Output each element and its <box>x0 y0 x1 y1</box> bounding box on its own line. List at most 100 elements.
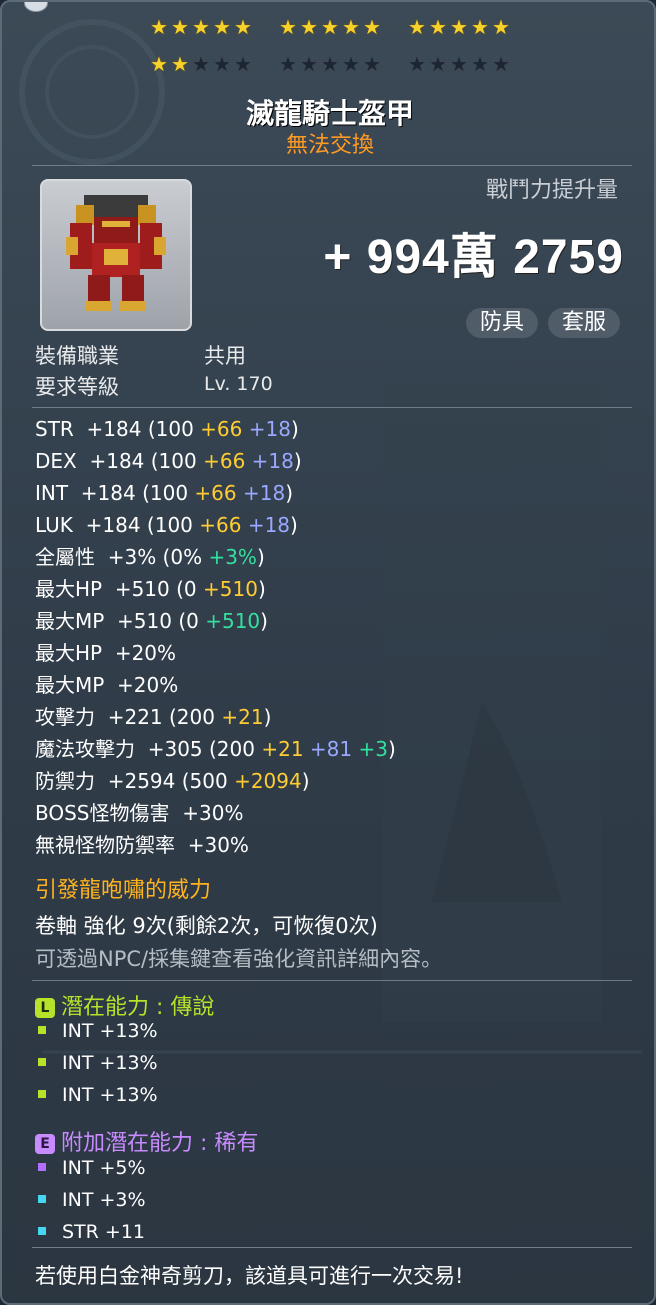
stat-value-part: +2594 (500 <box>95 769 235 793</box>
star-filled-icon: ★ <box>150 15 168 39</box>
stat-name: BOSS怪物傷害 <box>35 801 170 825</box>
bullet-icon <box>38 1195 46 1203</box>
item-tooltip: ★ ★ ★ ★ ★ ★ ★ ★ ★ ★ ★ ★ ★ ★ ★ ★ ★ ★ ★ ★ ★ ★ ★ ★ ★ ★ ★ ★ ★ ★ 滅龍騎士盔甲 無… <box>0 0 656 1305</box>
stat-line: 無視怪物防禦率 +30% <box>35 832 249 858</box>
stat-line: 攻擊力 +221 (200 +21) <box>35 704 271 730</box>
stat-value-part: ) <box>285 481 294 505</box>
combat-power-value: + 994萬 2759 <box>323 231 624 284</box>
star-filled-icon: ★ <box>471 15 489 39</box>
item-icon-frame <box>40 179 192 331</box>
star-filled-icon: ★ <box>234 15 252 39</box>
stat-name: INT <box>35 481 69 505</box>
stat-value-part: +221 (200 <box>95 705 222 729</box>
additional-potential-line-text: INT +3% <box>62 1189 146 1211</box>
additional-potential-line-text: STR +11 <box>62 1221 146 1243</box>
stat-value-part: +510 (0 <box>102 577 203 601</box>
stat-line: 防禦力 +2594 (500 +2094) <box>35 768 310 794</box>
stat-value-part: +21 <box>261 737 304 761</box>
star-filled-icon: ★ <box>363 15 381 39</box>
stat-value-part: +18 <box>248 417 291 441</box>
armor-icon <box>66 195 166 311</box>
stat-value-part: ) <box>293 449 302 473</box>
star-force-row-1: ★ ★ ★ ★ ★ ★ ★ ★ ★ ★ ★ ★ ★ ★ ★ <box>2 15 654 39</box>
stat-value-part: +184 (100 <box>68 481 195 505</box>
stat-name: 魔法攻擊力 <box>35 737 135 761</box>
stat-value-part: +66 <box>200 417 243 441</box>
additional-potential-title: 附加潛在能力 : 稀有 <box>61 1131 259 1156</box>
divider <box>32 980 632 981</box>
stat-value-part: ) <box>257 577 266 601</box>
star-filled-icon: ★ <box>321 15 339 39</box>
set-effect-text: 引發龍咆嘯的威力 <box>35 878 212 903</box>
star-group: ★ ★ ★ ★ ★ <box>407 16 512 38</box>
star-empty-icon: ★ <box>213 52 231 76</box>
stat-value-part: ) <box>256 545 265 569</box>
star-empty-icon: ★ <box>363 52 381 76</box>
level-label: 要求等級 <box>35 375 119 399</box>
stat-line: 最大HP +510 (0 +510) <box>35 576 266 602</box>
tag-armor: 防具 <box>465 308 538 338</box>
divider <box>32 1247 632 1248</box>
stat-name: 最大MP <box>35 673 105 697</box>
stat-value-part: +18 <box>247 513 291 537</box>
stat-value-part: +184 (100 <box>73 417 201 441</box>
potential-line-text: INT +13% <box>62 1020 158 1042</box>
stat-value-part: ) <box>301 769 310 793</box>
stat-line: INT +184 (100 +66 +18) <box>35 480 293 506</box>
stat-line: BOSS怪物傷害 +30% <box>35 800 243 826</box>
stat-value-part: +20% <box>104 673 179 697</box>
stat-name: 防禦力 <box>35 769 95 793</box>
stat-line: 最大MP +20% <box>35 672 178 698</box>
stat-value-part: +66 <box>199 513 242 537</box>
stat-value-part: ) <box>387 737 396 761</box>
stat-value-part: +184 (100 <box>76 449 204 473</box>
stat-value-part: +18 <box>251 449 294 473</box>
scissors-notice: 若使用白金神奇剪刀，該道具可進行一次交易! <box>35 1264 464 1288</box>
star-empty-icon: ★ <box>234 52 252 76</box>
scroll-upgrade-info: 卷軸 強化 9次(剩餘2次，可恢復0次) <box>35 914 378 938</box>
bullet-icon <box>38 1090 46 1098</box>
stat-name: 無視怪物防禦率 <box>35 833 175 857</box>
stat-name: 最大HP <box>35 641 103 665</box>
stat-value-part: ) <box>290 513 298 537</box>
stat-name: LUK <box>35 513 73 537</box>
divider <box>32 165 632 166</box>
stat-line: 最大MP +510 (0 +510) <box>35 608 268 634</box>
star-filled-icon: ★ <box>171 52 189 76</box>
stat-value-part: ) <box>263 705 272 729</box>
stat-value-part: +184 (100 <box>72 513 200 537</box>
stat-line: STR +184 (100 +66 +18) <box>35 416 299 442</box>
stat-line: 魔法攻擊力 +305 (200 +21 +81 +3) <box>35 736 396 762</box>
additional-potential-line: INT +3% <box>38 1189 146 1211</box>
star-empty-icon: ★ <box>321 52 339 76</box>
star-group: ★ ★ ★ ★ ★ <box>149 53 254 75</box>
bullet-icon <box>38 1058 46 1066</box>
star-empty-icon: ★ <box>471 52 489 76</box>
star-filled-icon: ★ <box>213 15 231 39</box>
stat-value-part: +510 <box>205 609 261 633</box>
rare-grade-icon: E <box>35 1134 55 1154</box>
potential-header: L 潛在能力 : 傳說 <box>35 989 214 1021</box>
star-filled-icon: ★ <box>192 15 210 39</box>
stat-name: 最大HP <box>35 577 103 601</box>
star-filled-icon: ★ <box>492 15 510 39</box>
additional-potential-line: STR +11 <box>38 1221 145 1243</box>
star-group: ★ ★ ★ ★ ★ <box>407 53 512 75</box>
trade-status: 無法交換 <box>285 133 374 158</box>
stat-value-part: +510 (0 <box>104 609 206 633</box>
stat-name: 全屬性 <box>35 545 95 569</box>
star-empty-icon: ★ <box>429 52 447 76</box>
level-value: Lv. 170 <box>204 373 273 395</box>
npc-hint: 可透過NPC/採集鍵查看強化資訊詳細內容。 <box>35 947 443 971</box>
stat-name: DEX <box>35 449 77 473</box>
stat-value-part: +66 <box>203 449 246 473</box>
potential-line: INT +13% <box>38 1020 158 1042</box>
star-empty-icon: ★ <box>492 52 510 76</box>
stat-name: 最大MP <box>35 609 105 633</box>
star-filled-icon: ★ <box>150 52 168 76</box>
stat-line: DEX +184 (100 +66 +18) <box>35 448 302 474</box>
stat-value-part: ) <box>260 609 268 633</box>
star-group: ★ ★ ★ ★ ★ <box>278 16 383 38</box>
combat-power-label: 戰鬥力提升量 <box>485 178 618 203</box>
stat-value-part: +66 <box>194 481 237 505</box>
